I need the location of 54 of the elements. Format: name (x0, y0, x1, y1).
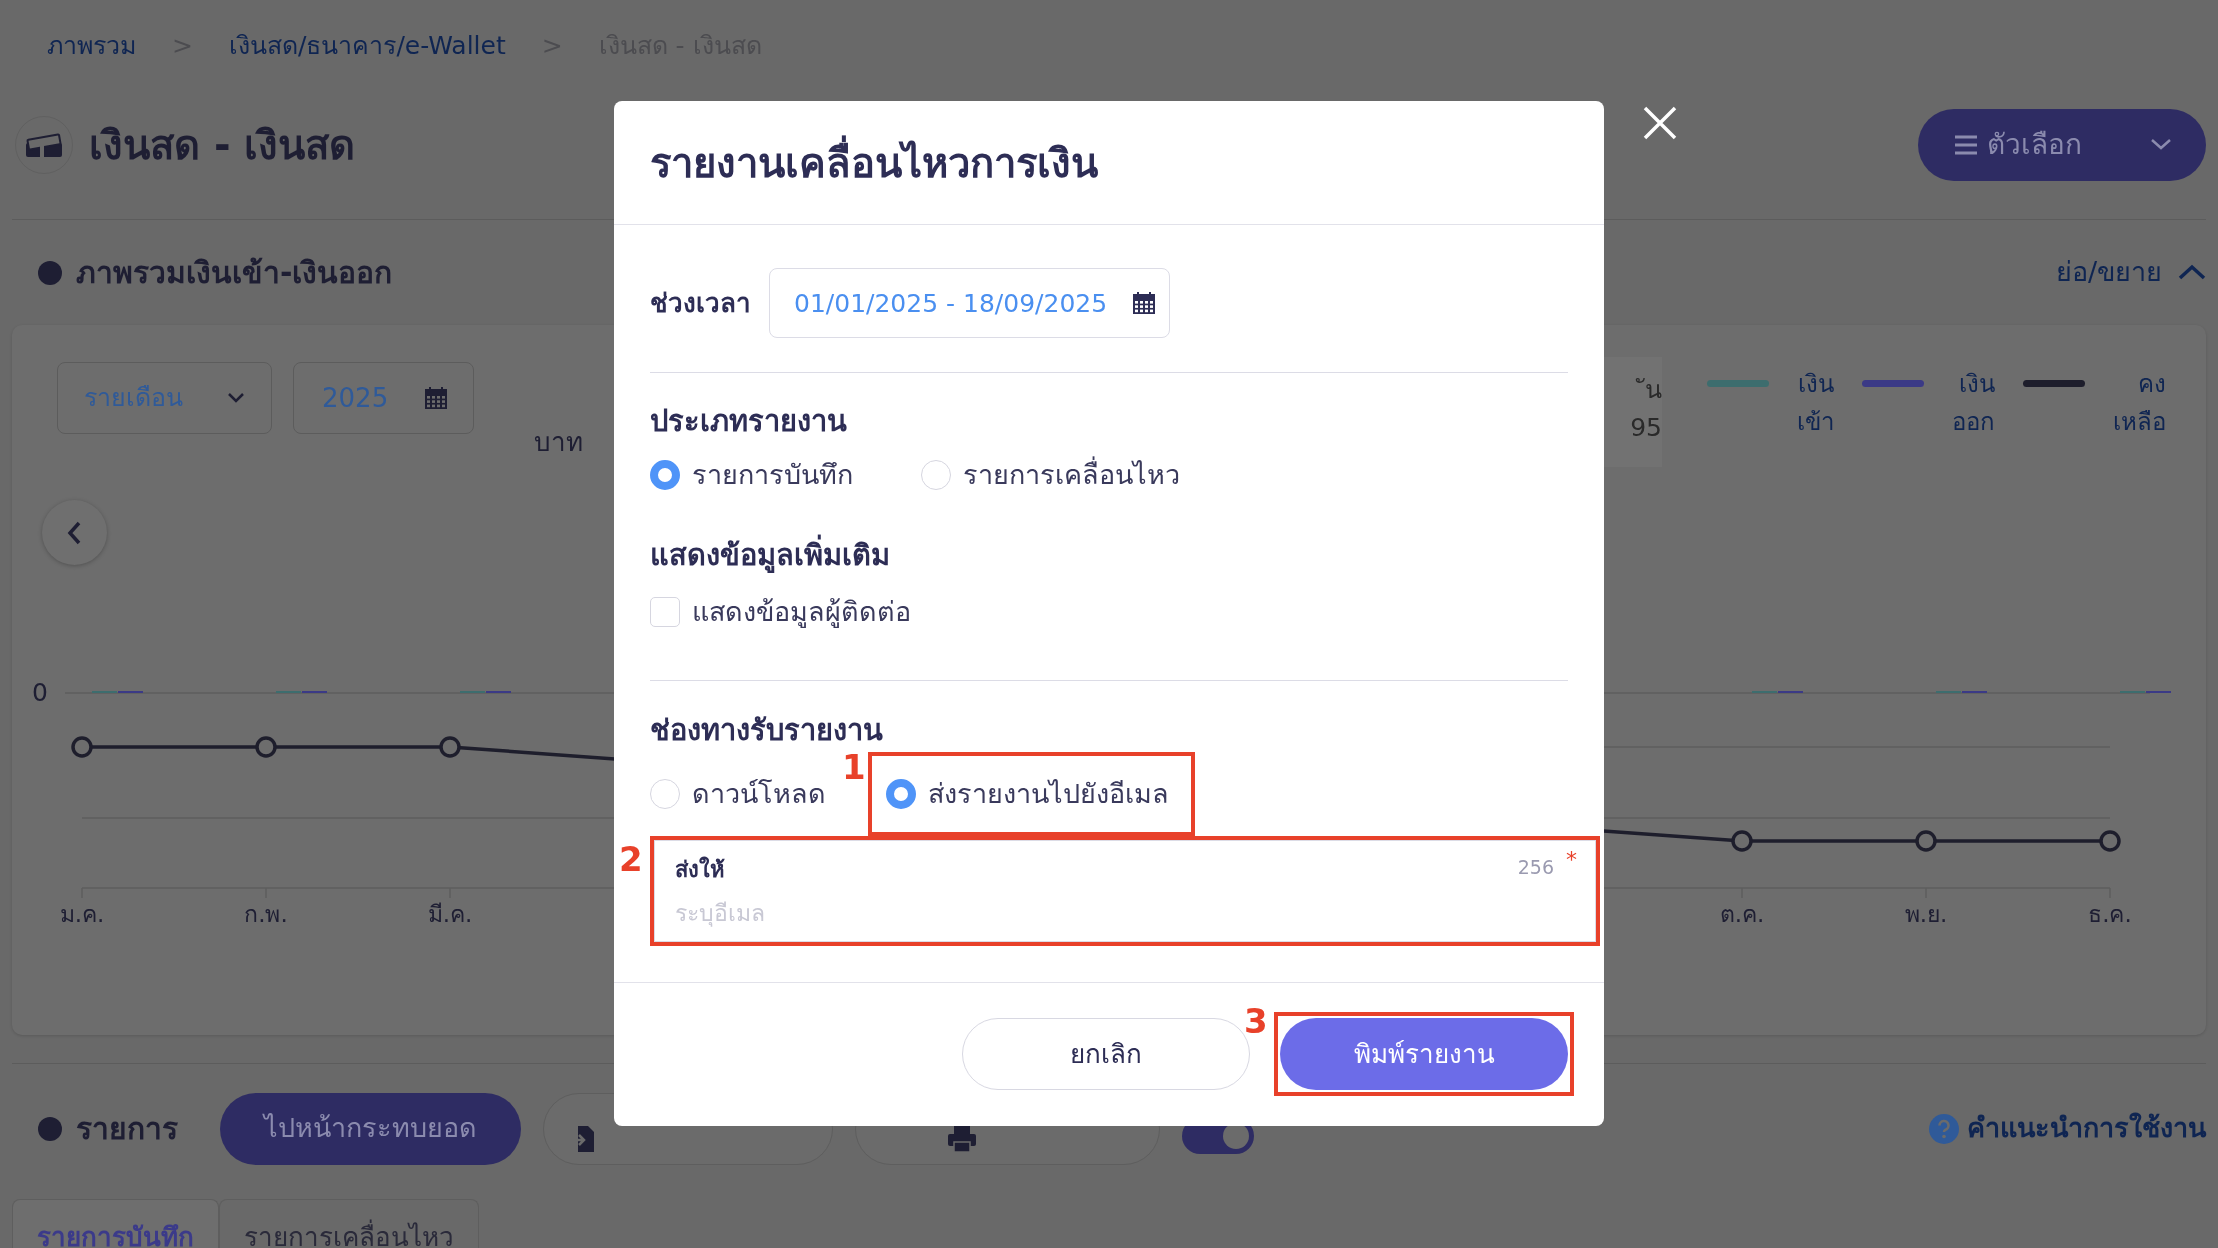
chevron-down-icon (227, 392, 245, 404)
options-button[interactable]: ตัวเลือก (1918, 108, 2206, 181)
legend-label: เงิน เข้า (1797, 369, 1834, 438)
checkbox[interactable] (650, 597, 680, 628)
chevron-left-icon (67, 520, 82, 545)
field-label: ช่วงเวลา (650, 286, 751, 320)
radio-option[interactable]: ดาวน์โหลด (650, 776, 826, 813)
radio-option[interactable]: รายการบันทึก (650, 457, 853, 494)
breadcrumb-link[interactable]: เงินสด/ธนาคาร/e-Wallet (228, 27, 506, 65)
summary-panel: ัน 95 (1604, 357, 1662, 467)
help-link[interactable]: คำแนะนำการใช้งาน (1929, 1108, 2206, 1149)
annotation-number: 2 (619, 842, 643, 877)
group-heading: ประเภทรายงาน (650, 403, 848, 440)
help-icon (1929, 1113, 1959, 1144)
list-tab[interactable]: รายการเคลื่อนไหว (219, 1199, 479, 1248)
calendar-icon (1133, 292, 1155, 315)
required-mark: * (1566, 846, 1577, 875)
close-icon[interactable] (1643, 106, 1677, 140)
section-title: รายการ (76, 1110, 178, 1147)
unit-label: บาท (534, 426, 583, 459)
group-heading: ช่องทางรับรายงาน (650, 712, 884, 749)
date-range-field[interactable]: 01/01/2025 - 18/09/2025 (769, 268, 1170, 339)
bullet-dot (38, 1116, 62, 1141)
printer-icon (948, 1125, 976, 1152)
breadcrumb-link[interactable]: ภาพรวม (47, 27, 136, 65)
collapse-toggle[interactable]: ย่อ/ขยาย (2055, 252, 2206, 293)
calendar-icon (425, 387, 447, 409)
x-tick-label: มี.ค. (427, 901, 473, 927)
radio-option[interactable]: ส่งรายงานไปยังอีเมล (872, 756, 1191, 833)
x-tick-label: พ.ย. (1904, 901, 1948, 927)
y-tick-label: 0 (32, 678, 48, 707)
radio-button[interactable] (886, 779, 916, 810)
previous-button[interactable] (42, 500, 107, 565)
page-title: เงินสด - เงินสด (89, 120, 356, 169)
reconcile-button[interactable]: ไปหน้ากระทบยอด (220, 1092, 521, 1165)
radio-button[interactable] (650, 460, 680, 491)
x-tick-label: ธ.ค. (2088, 901, 2132, 927)
radio-option[interactable]: รายการเคลื่อนไหว (921, 457, 1180, 494)
x-tick-label: ต.ค. (1719, 901, 1765, 927)
section-title: ภาพรวมเงินเข้า-เงินออก (76, 254, 393, 291)
legend-label: คง เหลือ (2113, 369, 2166, 438)
bullet-dot (38, 260, 62, 285)
x-tick-label: ก.พ. (244, 901, 288, 927)
character-counter: 256 (1517, 855, 1554, 881)
print-report-button[interactable]: พิมพ์รายงาน (1280, 1018, 1568, 1091)
chevron-down-icon (2149, 138, 2172, 151)
breadcrumb-separator: > (172, 30, 193, 63)
checkbox-option[interactable]: แสดงข้อมูลผู้ติดต่อ (650, 594, 1568, 631)
field-label: ส่งให้ (675, 855, 725, 885)
x-tick-label: ม.ค. (59, 901, 105, 927)
breadcrumb-separator: > (541, 30, 563, 63)
annotation-number: 1 (842, 750, 866, 785)
legend-label: เงิน ออก (1952, 369, 1995, 438)
money-icon (24, 130, 64, 159)
